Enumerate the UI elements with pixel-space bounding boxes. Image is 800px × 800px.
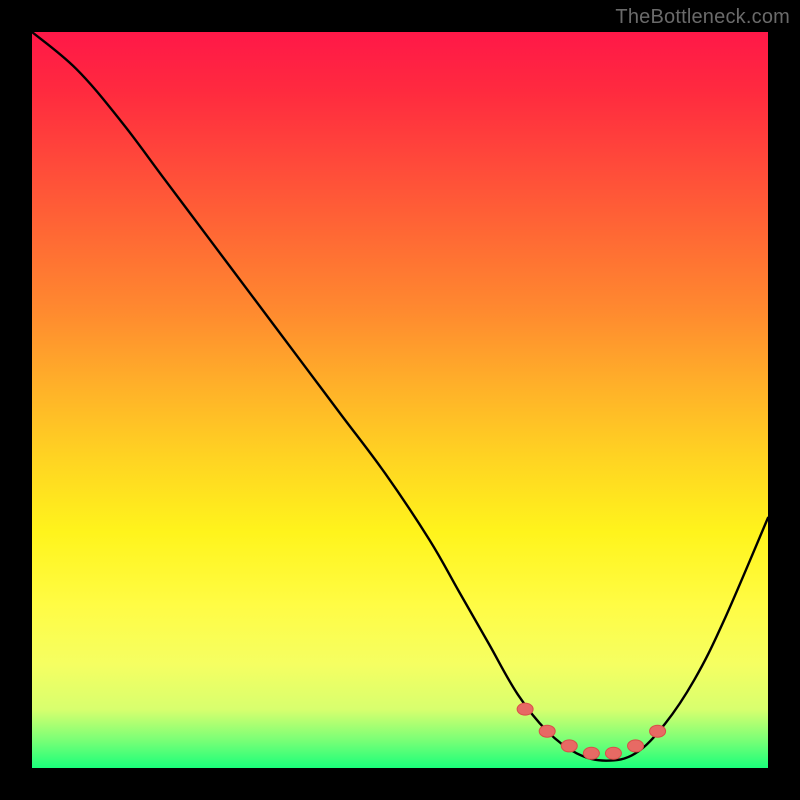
highlight-dot [583, 747, 599, 759]
highlight-dot [605, 747, 621, 759]
bottleneck-chart [32, 32, 768, 768]
plot-area [32, 32, 768, 768]
watermark-text: TheBottleneck.com [615, 6, 790, 29]
highlight-dot [561, 740, 577, 752]
highlight-dot [539, 725, 555, 737]
highlight-dots-group [517, 703, 665, 759]
highlight-dot [650, 725, 666, 737]
bottleneck-curve [32, 32, 768, 761]
chart-frame: TheBottleneck.com [0, 0, 800, 800]
highlight-dot [628, 740, 644, 752]
highlight-dot [517, 703, 533, 715]
